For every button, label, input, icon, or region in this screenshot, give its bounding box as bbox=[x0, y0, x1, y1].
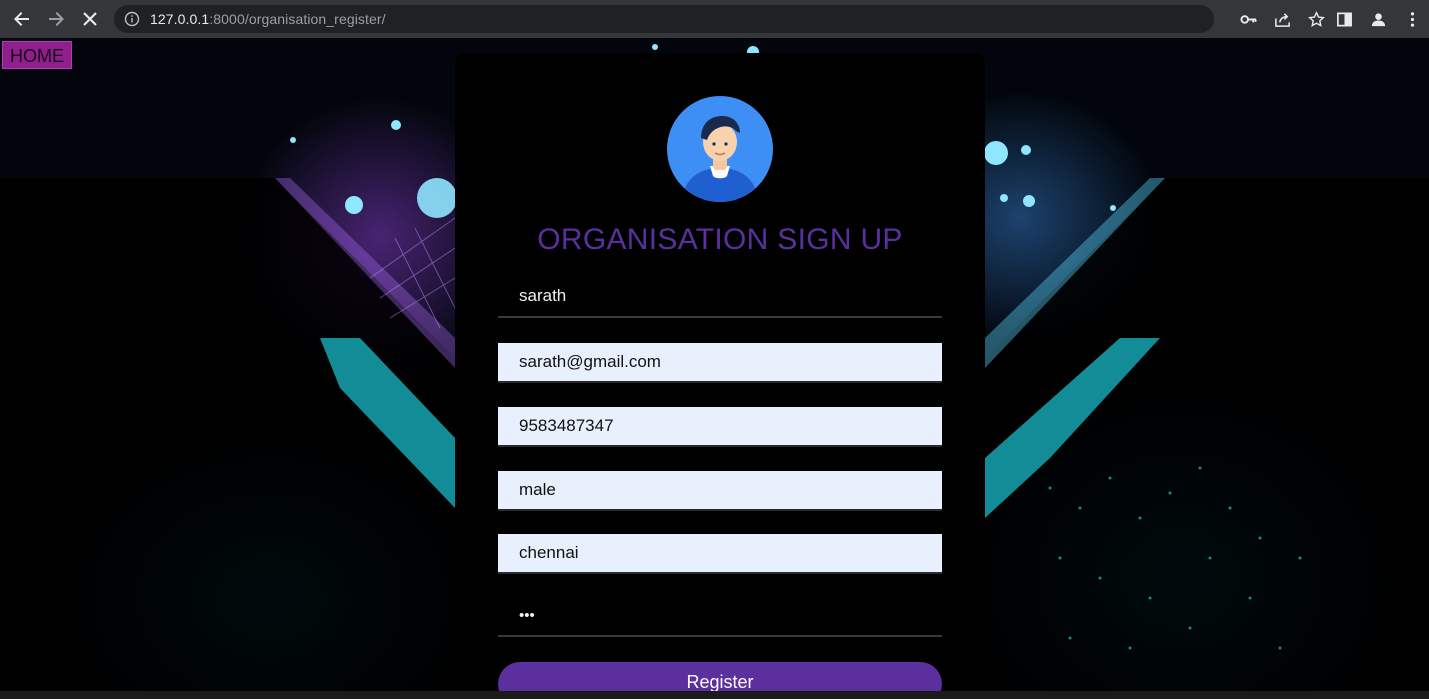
phone-input[interactable]: 9583487347 bbox=[498, 407, 942, 447]
place-input[interactable]: chennai bbox=[498, 534, 942, 574]
url-host: 127.0.0.1 bbox=[150, 11, 210, 27]
name-input[interactable]: sarath bbox=[498, 276, 942, 318]
bottom-edge bbox=[0, 691, 1429, 699]
password-input[interactable]: ••• bbox=[498, 595, 942, 637]
gender-input[interactable]: male bbox=[498, 471, 942, 511]
url-path: :8000/organisation_register/ bbox=[209, 11, 386, 27]
signup-card: ORGANISATION SIGN UP sarath sarath@gmail… bbox=[455, 53, 985, 699]
share-icon[interactable] bbox=[1265, 0, 1299, 38]
forward-icon[interactable] bbox=[39, 0, 73, 38]
url-text: 127.0.0.1:8000/organisation_register/ bbox=[150, 11, 386, 27]
menu-kebab-icon[interactable] bbox=[1395, 0, 1429, 38]
page-viewport: HOME ORGANISATION SIGN UP sarath sarath@… bbox=[0, 38, 1429, 699]
address-bar[interactable]: 127.0.0.1:8000/organisation_register/ bbox=[114, 5, 1214, 33]
key-icon[interactable] bbox=[1231, 0, 1265, 38]
browser-toolbar: 127.0.0.1:8000/organisation_register/ bbox=[0, 0, 1429, 38]
home-button[interactable]: HOME bbox=[2, 41, 72, 69]
profile-icon[interactable] bbox=[1361, 0, 1395, 38]
page-title: ORGANISATION SIGN UP bbox=[537, 223, 903, 256]
site-info-icon[interactable] bbox=[124, 11, 140, 27]
user-avatar-icon bbox=[667, 96, 773, 202]
back-icon[interactable] bbox=[5, 0, 39, 38]
stop-loading-icon[interactable] bbox=[73, 0, 107, 38]
email-input[interactable]: sarath@gmail.com bbox=[498, 343, 942, 383]
side-panel-icon[interactable] bbox=[1327, 0, 1361, 38]
